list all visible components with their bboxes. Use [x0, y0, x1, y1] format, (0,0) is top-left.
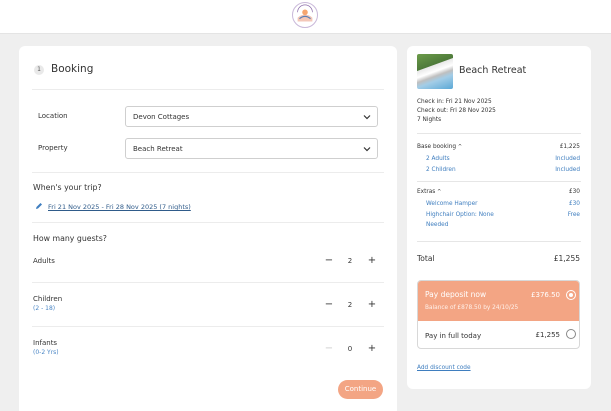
divider [32, 172, 384, 173]
line-item-value: Included [555, 167, 580, 173]
divider [417, 241, 581, 242]
payment-options: Pay deposit now £376.50 Balance of £878.… [417, 280, 580, 349]
line-item-value: £30 [568, 201, 580, 207]
booking-title: Booking [51, 63, 94, 75]
pay-deposit-amount: £376.50 [531, 291, 560, 299]
pencil-icon[interactable] [35, 202, 43, 210]
pay-full-label: Pay in full today [425, 332, 482, 340]
line-item-value: Included [555, 156, 580, 162]
infants-increment-button[interactable]: + [366, 343, 378, 355]
infants-label: Infants [33, 339, 58, 347]
divider [32, 326, 384, 327]
children-increment-button[interactable]: + [366, 299, 378, 311]
pay-deposit-label: Pay deposit now [425, 290, 487, 299]
deposit-balance: Balance of £878.50 by 24/10/25 [425, 305, 519, 311]
divider [32, 89, 384, 90]
pay-full-option[interactable]: Pay in full today £1,255 [418, 321, 579, 348]
location-label: Location [38, 112, 68, 120]
children-label: Children [33, 295, 63, 303]
radio-unselected-icon[interactable] [566, 329, 576, 339]
total-amount: £1,255 [553, 254, 580, 263]
children-decrement-button[interactable]: − [323, 299, 335, 311]
step-number: 1 [34, 65, 44, 75]
pay-deposit-option[interactable]: Pay deposit now £376.50 Balance of £878.… [418, 281, 579, 321]
radio-selected-icon[interactable] [566, 290, 576, 300]
infants-count: 0 [347, 345, 353, 353]
add-discount-code-link[interactable]: Add discount code [417, 365, 471, 371]
infants-decrement-button[interactable]: − [323, 343, 335, 355]
pay-full-amount: £1,255 [535, 331, 561, 339]
trip-question: When's your trip? [33, 183, 102, 192]
booking-panel: 1 Booking Location Devon Cottages Proper… [19, 46, 397, 411]
divider [32, 282, 384, 283]
children-age-range: (2 - 18) [33, 305, 56, 312]
line-item-label: 2 Adults [426, 156, 450, 162]
booking-summary-panel: Beach Retreat Check in: Fri 21 Nov 2025 … [407, 46, 591, 389]
caret-up-icon: ^ [457, 144, 463, 150]
line-item-label: Highchair Option: None [426, 212, 494, 218]
property-label: Property [38, 144, 68, 152]
trip-dates-link[interactable]: Fri 21 Nov 2025 - Fri 28 Nov 2025 (7 nig… [48, 203, 191, 211]
top-bar [0, 0, 611, 34]
extras-amount: £30 [568, 189, 580, 195]
location-value: Devon Cottages [133, 113, 190, 121]
property-name: Beach Retreat [459, 65, 527, 76]
chevron-down-icon [363, 147, 371, 152]
caret-up-icon: ^ [437, 189, 442, 195]
continue-button[interactable]: Continue [338, 380, 383, 399]
extras-label: Extras [417, 189, 436, 195]
divider [417, 181, 581, 182]
property-select[interactable]: Beach Retreat [125, 138, 378, 159]
base-booking-label: Base booking [417, 144, 457, 150]
adults-count: 2 [347, 257, 353, 265]
total-label: Total [417, 254, 435, 263]
brand-logo-icon[interactable] [292, 2, 318, 28]
location-select[interactable]: Devon Cottages [125, 106, 378, 127]
chevron-down-icon [363, 115, 371, 120]
line-item-label: 2 Children [426, 167, 456, 173]
base-booking-amount: £1,225 [559, 144, 580, 150]
nights: 7 Nights [417, 117, 442, 123]
divider [32, 222, 384, 223]
line-item-label: Welcome Hamper [426, 201, 478, 207]
adults-label: Adults [33, 257, 55, 265]
property-value: Beach Retreat [133, 145, 183, 153]
adults-decrement-button[interactable]: − [323, 255, 335, 267]
children-count: 2 [347, 301, 353, 309]
property-thumbnail [417, 54, 453, 89]
check-out: Check out: Fri 28 Nov 2025 [417, 108, 496, 114]
check-in: Check in: Fri 21 Nov 2025 [417, 99, 492, 105]
line-item-value: Free [567, 212, 580, 218]
infants-age-range: (0-2 Yrs) [33, 349, 59, 356]
divider [417, 133, 581, 134]
adults-increment-button[interactable]: + [366, 255, 378, 267]
line-item-label: Needed [426, 222, 449, 228]
guests-question: How many guests? [33, 234, 107, 243]
total-row: Total £1,255 [417, 254, 580, 263]
